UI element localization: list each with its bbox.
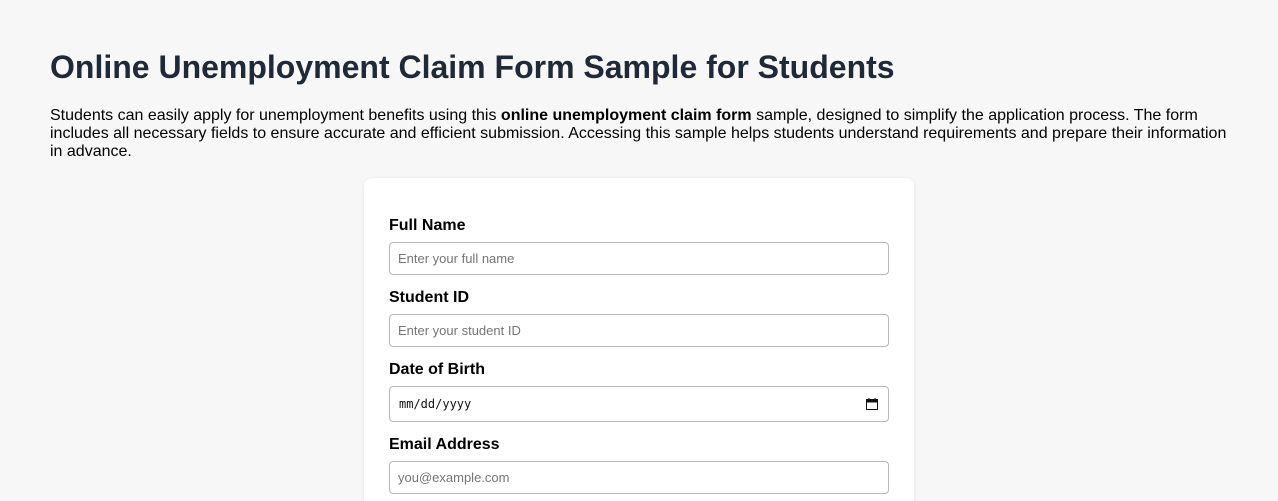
full-name-label: Full Name [389,217,466,234]
student-id-label: Student ID [389,289,469,306]
student-id-input[interactable] [389,314,889,347]
dob-value: mm/dd/yyyy [399,397,472,411]
intro-text-start: Students can easily apply for unemployme… [50,107,501,124]
dob-label: Date of Birth [389,361,485,378]
email-input[interactable] [389,461,889,494]
page-title: Online Unemployment Claim Form Sample fo… [50,49,895,85]
claim-form: Full Name Student ID Date of Birth mm/dd… [364,178,914,501]
page: Online Unemployment Claim Form Sample fo… [0,0,1278,501]
calendar-icon[interactable] [866,398,878,410]
intro-paragraph: Students can easily apply for unemployme… [50,107,1235,161]
email-label: Email Address [389,436,500,453]
intro-text-bold: online unemployment claim form [500,107,752,124]
dob-input[interactable]: mm/dd/yyyy [389,386,889,422]
full-name-input[interactable] [389,242,889,275]
